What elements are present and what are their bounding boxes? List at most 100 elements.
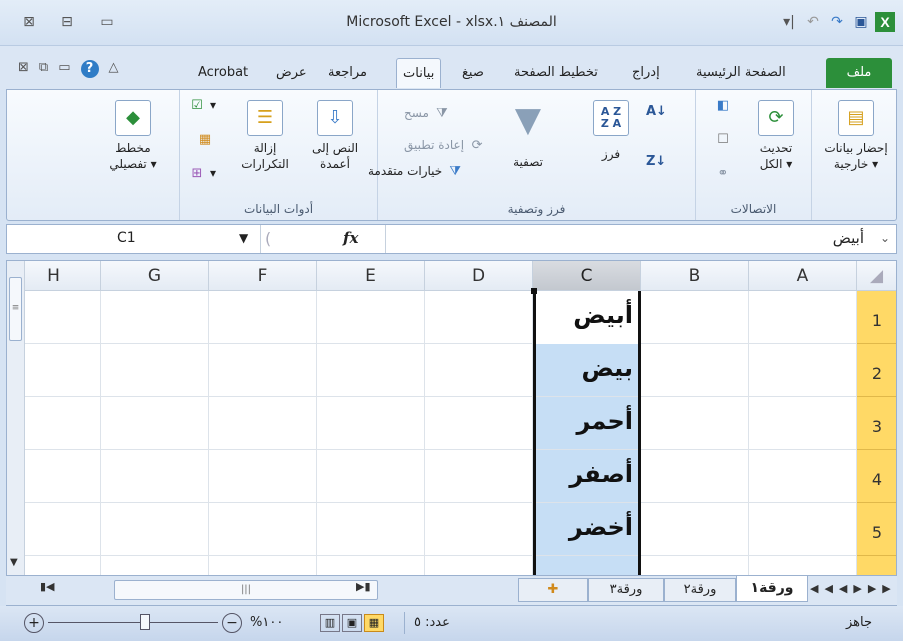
formula-input[interactable]: أبيض <box>385 225 870 253</box>
clear-filter-button[interactable]: مسح ⧩ <box>404 104 451 122</box>
data-validation-icon[interactable]: ☑ ▾ <box>188 96 216 114</box>
external-data-icon: ▤ <box>838 100 874 136</box>
outline-sub-label: تفصيلي ▾ <box>109 157 157 171</box>
refresh-label: تحديث <box>759 141 793 155</box>
cell-c1-text: أبيض <box>573 301 633 329</box>
sort-za-text: Z A <box>600 117 622 130</box>
advanced-filter-button[interactable]: خيارات متقدمة ⧩ <box>368 162 464 180</box>
expand-formula-icon[interactable]: ⌄ <box>880 231 890 245</box>
redo-icon[interactable]: ↷ <box>827 12 847 32</box>
sheet-tab-3[interactable]: ورقة٣ <box>588 578 664 602</box>
insert-function-icon[interactable]: fx <box>343 229 358 247</box>
tab-file[interactable]: ملف <box>826 58 892 88</box>
minimize-ribbon-icon[interactable]: ▭ <box>58 60 70 78</box>
help-icon[interactable]: ? <box>80 60 99 78</box>
text-to-columns-button[interactable]: ⇩ النص إلى أعمدة <box>300 100 370 172</box>
sort-button[interactable]: A Z Z A فرز <box>584 100 638 162</box>
tab-view[interactable]: عرض <box>270 58 313 88</box>
cell-c5-text: أخضر <box>568 513 633 541</box>
filter-label: تصفية <box>513 155 543 169</box>
page-layout-view-icon[interactable]: ▣ <box>342 614 362 632</box>
vertical-scroll-thumb[interactable]: ≡ <box>9 277 22 341</box>
connections-group: ◧ ☐ ⚭ ⟳ تحديث الكل ▾ الاتصالات <box>695 90 811 220</box>
tab-acrobat[interactable]: Acrobat <box>192 58 254 88</box>
row-header-3[interactable]: 3 <box>857 397 896 450</box>
column-header-b[interactable]: B <box>641 261 749 291</box>
scroll-down-icon[interactable]: ▼ <box>10 557 18 568</box>
vertical-scrollbar[interactable]: ≡ ▼ <box>7 261 25 575</box>
sheet-nav-icons[interactable]: ◀◀◀▶▶▶ <box>810 582 897 595</box>
row-header-4[interactable]: 4 <box>857 450 896 503</box>
restore-ribbon-icon[interactable]: ⧉ <box>39 60 48 78</box>
what-if-icon[interactable]: ⊞ ▾ <box>188 164 216 182</box>
page-break-view-icon[interactable]: ▥ <box>320 614 340 632</box>
column-header-g[interactable]: G <box>101 261 209 291</box>
get-external-data-button[interactable]: ▤ إحضار بيانات خارجية ▾ <box>816 100 896 172</box>
zoom-in-button[interactable]: + <box>24 613 44 633</box>
zoom-slider-thumb[interactable] <box>140 614 150 630</box>
sheet-tab-2[interactable]: ورقة٢ <box>664 578 736 602</box>
name-box-dropdown-icon[interactable]: ▼ <box>239 231 248 245</box>
column-header-e[interactable]: E <box>317 261 425 291</box>
tab-formulas[interactable]: صيغ <box>456 58 490 88</box>
fill-handle[interactable] <box>531 288 537 294</box>
consolidate-icon[interactable]: ▦ <box>196 130 214 148</box>
title-bar: ⊠ ⊟ ▭ Microsoft Excel - xlsx.المصنف ١ ▾|… <box>0 0 903 46</box>
formula-value: أبيض <box>832 229 864 247</box>
connections-icon[interactable]: ◧ <box>714 96 732 114</box>
zoom-out-button[interactable]: − <box>222 613 242 633</box>
clear-filter-icon: ⧩ <box>436 105 448 121</box>
column-header-f[interactable]: F <box>209 261 317 291</box>
cell-c2-text: بيض <box>581 354 633 382</box>
insert-sheet-button[interactable]: ✚ <box>518 578 588 602</box>
close-ribbon-icon[interactable]: ⊠ <box>18 60 29 78</box>
tab-insert[interactable]: إدراج <box>626 58 666 88</box>
tab-review[interactable]: مراجعة <box>322 58 373 88</box>
function-wizard-bracket-icon: ( <box>265 229 272 248</box>
normal-view-icon[interactable]: ▦ <box>364 614 384 632</box>
tab-data[interactable]: بيانات <box>396 58 442 88</box>
sort-icon: A Z Z A <box>593 100 629 136</box>
row-header-6[interactable] <box>857 556 896 575</box>
refresh-all-button[interactable]: ⟳ تحديث الكل ▾ <box>746 100 806 172</box>
collapse-ribbon-icon[interactable]: △ <box>109 60 119 78</box>
sheet-tab-1[interactable]: ورقة١ <box>736 576 808 602</box>
undo-icon[interactable]: ↶ <box>803 12 823 32</box>
tab-page-layout[interactable]: تخطيط الصفحة <box>508 58 604 88</box>
zoom-level[interactable]: %١٠٠ <box>250 615 283 630</box>
tab-home[interactable]: الصفحة الرئيسية <box>690 58 792 88</box>
name-box[interactable]: C1 ▼ <box>7 225 261 253</box>
save-icon[interactable]: ▣ <box>851 12 871 32</box>
external-data-group: ▤ إحضار بيانات خارجية ▾ <box>811 90 897 220</box>
edit-links-icon[interactable]: ⚭ <box>714 164 732 182</box>
cell-c3-text: أحمر <box>576 407 633 435</box>
outline-label: مخطط <box>115 141 151 155</box>
horizontal-scroll-thumb[interactable]: ||| <box>114 580 378 600</box>
sort-ascending-icon[interactable]: A↓ <box>646 104 667 119</box>
row-header-2[interactable]: 2 <box>857 344 896 397</box>
sort-filter-group-title: فرز وتصفية <box>507 202 566 216</box>
column-header-d[interactable]: D <box>425 261 533 291</box>
filter-button[interactable]: ▼ تصفية <box>496 100 560 170</box>
sort-filter-group: مسح ⧩ إعادة تطبيق ⟳ خيارات متقدمة ⧩ ▼ تصفية… <box>368 90 695 220</box>
scroll-right-icon[interactable]: ▶▮ <box>356 580 371 593</box>
column-header-c[interactable]: C <box>533 261 641 291</box>
scroll-left-icon[interactable]: ▮◀ <box>40 580 60 600</box>
remove-duplicates-label-2: التكرارات <box>241 157 289 171</box>
zoom-slider-track[interactable] <box>48 622 218 623</box>
row-header-1[interactable]: 1 <box>857 291 896 344</box>
select-all-corner[interactable]: ◢ <box>857 261 896 291</box>
properties-icon[interactable]: ☐ <box>714 130 732 148</box>
sort-descending-icon[interactable]: Z↓ <box>646 154 666 169</box>
sort-label: فرز <box>601 147 621 161</box>
ribbon-tab-bar: ⊠ ⧉ ▭ ? △ Acrobat عرض مراجعة بيانات صيغ … <box>0 46 903 90</box>
reapply-filter-button[interactable]: إعادة تطبيق ⟳ <box>404 136 486 154</box>
formula-bar: C1 ▼ ( fx أبيض ⌄ <box>6 224 897 254</box>
outline-button[interactable]: ◆ مخطط تفصيلي ▾ <box>101 100 165 172</box>
ribbon-window-controls: ⊠ ⧉ ▭ ? △ <box>18 60 119 78</box>
advanced-filter-icon: ⧩ <box>449 163 462 179</box>
row-header-5[interactable]: 5 <box>857 503 896 556</box>
customize-qat-icon[interactable]: ▾| <box>779 12 799 32</box>
remove-duplicates-button[interactable]: ☰ إزالة التكرارات <box>234 100 296 172</box>
column-header-a[interactable]: A <box>749 261 857 291</box>
